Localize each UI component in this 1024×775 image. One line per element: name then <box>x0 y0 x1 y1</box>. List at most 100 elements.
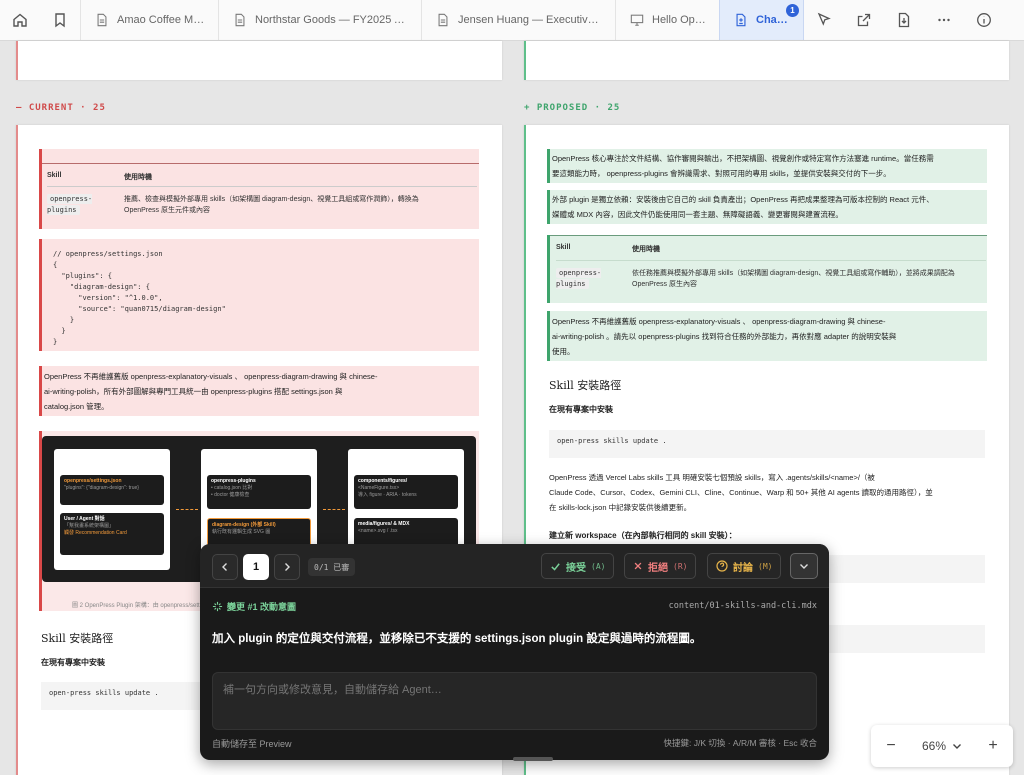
discuss-button[interactable]: 討論 (M) <box>707 553 782 579</box>
review-toolbar: 1 0/1 已審 接受 (A) 拒絕 (R) 討論 (M) <box>200 544 829 588</box>
info-icon <box>977 13 991 27</box>
x-icon <box>634 562 642 570</box>
diagram-box-openpress-plugins: openpress-plugins • catalog.json 比對 • doc… <box>207 475 311 509</box>
tab-label: Changes <box>756 14 791 26</box>
added-paragraph-b: 外部 plugin 是獨立依賴：安裝後由它自己的 skill 負責產出；Open… <box>547 190 987 224</box>
added-para-b-line-1: 外部 plugin 是獨立依賴：安裝後由它自己的 skill 負責產出；Open… <box>552 195 934 204</box>
current-change-number[interactable]: 1 <box>243 554 269 580</box>
proposed-column-label: + PROPOSED · 25 <box>524 103 621 113</box>
accept-label: 接受 <box>566 562 586 574</box>
tab-hello-openpress[interactable]: Hello OpenPres <box>615 0 719 40</box>
diagram-card-config: openpress/settings.json "plugins": {"diag… <box>54 449 170 570</box>
discuss-label: 討論 <box>733 562 753 574</box>
new-workspace-subheading: 建立新 workspace（在內部執行相同的 skill 安裝）： <box>549 531 737 540</box>
table-header-skill: Skill <box>47 172 62 179</box>
reject-button[interactable]: 拒絕 (R) <box>624 553 697 579</box>
tab-label: Amao Coffee Menu <box>117 14 206 26</box>
para-d-line-1: OpenPress 透過 Vercel Labs skills 工具 明確安裝七… <box>549 473 875 482</box>
accept-shortcut: (A) <box>591 561 606 571</box>
section-heading: Skill 安裝路徑 <box>549 379 622 392</box>
para-d-line-3: 在 skills-lock.json 中記錄安裝供後續更新。 <box>549 503 692 512</box>
home-button[interactable] <box>0 0 40 40</box>
change-review-panel: 1 0/1 已審 接受 (A) 拒絕 (R) 討論 (M) 變更 #1 改動意圖… <box>200 544 829 761</box>
file-download-icon <box>898 12 910 28</box>
tab-label: Hello OpenPres <box>652 14 707 26</box>
tab-changes[interactable]: Changes 1 <box>719 0 804 40</box>
autosave-status: 自動儲存至 Preview <box>212 739 292 749</box>
table-header-usage: 使用時機 <box>632 246 660 253</box>
change-file-path: content/01-skills-and-cli.mdx <box>668 601 817 611</box>
added-para-a-line-1: OpenPress 核心專注於文件結構、協作審閱與輸出，不把架構圖、視覺創作或特… <box>552 154 934 163</box>
current-column-label: — CURRENT · 25 <box>16 103 106 113</box>
zoom-out-button[interactable]: − <box>883 737 899 755</box>
section-heading: Skill 安裝路徑 <box>41 632 114 645</box>
table-header-skill: Skill <box>556 244 571 251</box>
change-summary: 加入 plugin 的定位與交付流程，並移除已不支援的 settings.jso… <box>212 633 702 645</box>
comment-input[interactable] <box>212 672 817 730</box>
added-table-block: Skill 使用時機 openpress-plugins 依任務推薦與模擬外部專… <box>547 235 987 303</box>
added-paragraph-a: OpenPress 核心專注於文件結構、協作審閱與輸出，不把架構圖、視覺創作或特… <box>547 149 987 183</box>
tab-label: Jensen Huang — Executive R... <box>458 14 603 26</box>
table-cell-desc-1: 推薦、檢查與模擬外部專用 skills（如架構圖 diagram-design、… <box>124 196 419 203</box>
document-icon <box>97 13 107 27</box>
diagram-box-components: components/figures/<NameFigure.tsx> 導入 f… <box>354 475 458 509</box>
ellipsis-icon <box>938 18 950 22</box>
settings-json-code: // openpress/settings.json { "plugins": … <box>53 250 226 346</box>
discuss-shortcut: (M) <box>758 561 773 571</box>
changes-document-icon <box>736 13 746 27</box>
accept-button[interactable]: 接受 (A) <box>541 553 615 579</box>
change-intent-label: 變更 #1 改動意圖 <box>212 600 296 613</box>
deleted-code-block: // openpress/settings.json { "plugins": … <box>39 239 479 351</box>
proposed-skill-table: Skill 使用時機 openpress-plugins 依任務推薦與模擬外部專… <box>556 244 986 300</box>
next-change-button[interactable] <box>274 554 300 580</box>
deleted-table-block: Skill 使用時機 openpress-plugins 推薦、檢查與模擬外部專… <box>39 149 479 229</box>
added-paragraph-c: OpenPress 不再維護舊版 openpress-explanatory-v… <box>547 311 987 361</box>
previous-page-proposed <box>524 41 1009 80</box>
section-subheading: 在現有專案中安裝 <box>549 405 613 414</box>
tab-label: Northstar Goods — FY2025 An... <box>255 14 409 26</box>
previous-page-current <box>16 41 502 80</box>
install-command: open-press skills update . <box>549 430 985 458</box>
more-options-button[interactable] <box>924 0 964 40</box>
external-link-icon <box>857 13 871 27</box>
table-cell-desc-2: OpenPress 原生內容 <box>632 281 697 288</box>
tab-jensen-huang[interactable]: Jensen Huang — Executive R... <box>421 0 615 40</box>
zoom-level-select[interactable]: 66% <box>922 739 962 753</box>
tab-northstar-goods[interactable]: Northstar Goods — FY2025 An... <box>218 0 421 40</box>
table-header-usage: 使用時機 <box>124 174 152 181</box>
select-tool-button[interactable] <box>804 0 844 40</box>
added-para-b-line-2: 媒體或 MDX 內容，因此文件仍能使用同一套主題、無障礙語義、變更審閱與建置流程… <box>552 210 843 219</box>
diagram-arrow-1 <box>176 509 198 510</box>
added-para-c-line-1: OpenPress 不再維護舊版 openpress-explanatory-v… <box>552 317 886 326</box>
open-external-button[interactable] <box>844 0 884 40</box>
chevron-right-icon <box>285 563 290 571</box>
document-icon <box>438 13 448 27</box>
bookmark-button[interactable] <box>40 0 80 40</box>
added-para-a-line-2: 要這類能力時， openpress-plugins 會辨識需求、對照可用的專用 … <box>552 169 891 178</box>
section-subheading: 在現有專案中安裝 <box>41 658 105 667</box>
deleted-para-line-3: catalog.json 管理。 <box>44 402 109 411</box>
collapse-panel-button[interactable] <box>790 553 818 579</box>
keyboard-shortcuts-hint: 快捷鍵: J/K 切換 · A/R/M 審核 · Esc 收合 <box>663 738 817 748</box>
table-cell-skill: openpress-plugins <box>47 194 93 215</box>
resize-handle[interactable] <box>513 757 553 761</box>
info-button[interactable] <box>964 0 1004 40</box>
monitor-icon <box>630 14 644 26</box>
zoom-control: − 66% + <box>871 725 1013 767</box>
sparkle-icon <box>212 601 223 612</box>
previous-change-button[interactable] <box>212 554 238 580</box>
para-d-line-2: Claude Code、Cursor、Codex、Gemini CLI、Clin… <box>549 488 933 497</box>
added-para-c-line-2: ai-writing-polish 。請先以 openpress-plugins… <box>552 332 897 341</box>
deleted-para-line-2: ai-writing-polish，所有外部圖解與專門工具統一由 openpre… <box>44 387 343 396</box>
zoom-in-button[interactable]: + <box>985 737 1001 755</box>
chevron-left-icon <box>222 563 227 571</box>
changes-count-badge: 1 <box>786 4 799 17</box>
top-toolbar: Amao Coffee Menu Northstar Goods — FY202… <box>0 0 1024 41</box>
table-cell-skill: openpress-plugins <box>556 268 602 289</box>
diagram-box-user-agent: User / Agent 對話 「幫我畫系統架構圖」 觸發 Recommendati… <box>60 513 164 555</box>
zoom-level: 66% <box>921 739 947 753</box>
cursor-pointer-icon <box>817 12 831 26</box>
table-cell-desc-2: OpenPress 原生元件或內容 <box>124 207 210 214</box>
tab-amao-coffee-menu[interactable]: Amao Coffee Menu <box>80 0 218 40</box>
export-button[interactable] <box>884 0 924 40</box>
